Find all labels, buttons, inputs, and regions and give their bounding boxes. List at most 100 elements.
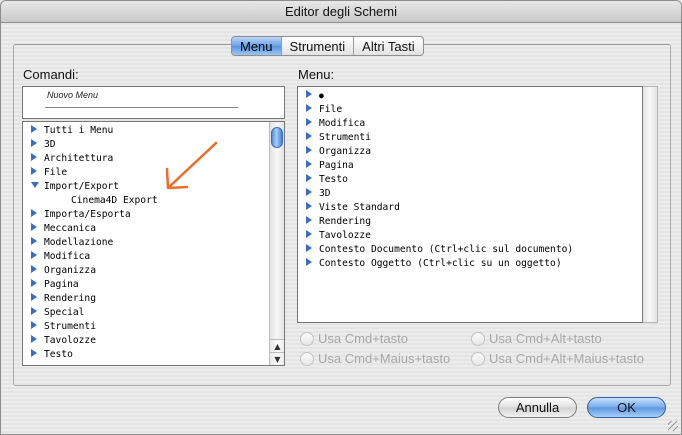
option-cmd-alt[interactable]: Usa Cmd+Alt+tasto bbox=[471, 331, 602, 346]
option-cmd-alt-shift[interactable]: Usa Cmd+Alt+Maius+tasto bbox=[471, 351, 644, 366]
command-item-row[interactable]: Modellazione bbox=[23, 236, 113, 250]
command-item-row[interactable]: Rendering bbox=[23, 292, 96, 306]
disclosure-closed-icon[interactable] bbox=[31, 335, 37, 343]
disclosure-closed-icon[interactable] bbox=[306, 132, 312, 140]
disclosure-closed-icon[interactable] bbox=[31, 279, 37, 287]
resize-grip-icon[interactable] bbox=[668, 421, 678, 431]
disclosure-closed-icon[interactable] bbox=[31, 321, 37, 329]
command-item-row[interactable]: 3D bbox=[23, 138, 56, 152]
disclosure-closed-icon[interactable] bbox=[306, 216, 312, 224]
command-item-row[interactable]: Meccanica bbox=[23, 222, 96, 236]
menu-item-label: Modifica bbox=[319, 118, 366, 129]
menu-item-label: Rendering bbox=[319, 216, 371, 227]
command-item-label: Modellazione bbox=[44, 237, 114, 248]
menu-item-row[interactable]: Tavolozze bbox=[298, 229, 371, 243]
disclosure-closed-icon[interactable] bbox=[31, 349, 37, 357]
menu-item-row[interactable]: Pagina bbox=[298, 159, 354, 173]
menu-item-row[interactable]: Modifica bbox=[298, 117, 365, 131]
disclosure-closed-icon[interactable] bbox=[306, 244, 312, 252]
command-item-row[interactable]: File bbox=[23, 166, 67, 180]
disclosure-closed-icon[interactable] bbox=[306, 174, 312, 182]
radio-cmd[interactable] bbox=[300, 331, 314, 346]
radio-cmd-alt[interactable] bbox=[471, 331, 485, 346]
menu-item-row[interactable]: 3D bbox=[298, 187, 331, 201]
commands-scroll-thumb[interactable] bbox=[271, 127, 283, 148]
command-item-row[interactable]: Tutti i Menu bbox=[23, 124, 113, 138]
command-item-row[interactable]: Importa/Esporta bbox=[23, 208, 131, 222]
tab-strumenti[interactable]: Strumenti bbox=[282, 37, 355, 55]
menu-item-label: Viste Standard bbox=[319, 202, 400, 213]
disclosure-closed-icon[interactable] bbox=[31, 293, 37, 301]
menu-item-row[interactable]: Viste Standard bbox=[298, 201, 400, 215]
menu-scrollbar[interactable] bbox=[643, 86, 658, 323]
disclosure-closed-icon[interactable] bbox=[31, 153, 37, 161]
disclosure-closed-icon[interactable] bbox=[306, 90, 312, 98]
disclosure-closed-icon[interactable] bbox=[31, 139, 37, 147]
scroll-down-arrow-icon[interactable]: ▼ bbox=[270, 352, 284, 365]
command-item-row[interactable]: Cinema4D Export bbox=[23, 194, 158, 208]
menu-item-row[interactable]: Rendering bbox=[298, 215, 371, 229]
menu-item-row[interactable]: ● bbox=[298, 89, 324, 103]
command-item-row[interactable]: Testo bbox=[23, 348, 73, 362]
radio-cmd-alt-shift[interactable] bbox=[471, 351, 485, 366]
scroll-up-arrow-icon[interactable]: ▲ bbox=[270, 339, 284, 352]
commands-label: Comandi: bbox=[23, 67, 79, 82]
command-item-row[interactable]: Import/Export bbox=[23, 180, 119, 194]
menu-item-label: Testo bbox=[319, 174, 348, 185]
disclosure-closed-icon[interactable] bbox=[306, 258, 312, 266]
menu-item-label: Pagina bbox=[319, 160, 354, 171]
menu-item-label: Contesto Oggetto (Ctrl+clic su un oggett… bbox=[319, 258, 562, 269]
command-item-label: Tavolozze bbox=[44, 335, 96, 346]
command-item-label: Testo bbox=[44, 349, 73, 360]
disclosure-closed-icon[interactable] bbox=[31, 237, 37, 245]
menu-item-row[interactable]: Contesto Documento (Ctrl+clic sul docume… bbox=[298, 243, 573, 257]
command-item-row[interactable]: Pagina bbox=[23, 278, 79, 292]
disclosure-closed-icon[interactable] bbox=[31, 265, 37, 273]
command-item-row[interactable]: Architettura bbox=[23, 152, 113, 166]
menu-name-value: Nuovo Menu bbox=[47, 90, 99, 100]
disclosure-closed-icon[interactable] bbox=[31, 167, 37, 175]
command-item-label: 3D bbox=[44, 139, 56, 150]
radio-cmd-shift[interactable] bbox=[300, 351, 314, 366]
option-cmd-shift-label: Usa Cmd+Maius+tasto bbox=[318, 351, 451, 366]
apple-icon: ● bbox=[319, 91, 324, 100]
commands-scrollbar[interactable]: ▲ ▼ bbox=[269, 122, 284, 365]
menu-tree-list[interactable]: ● File Modifica Strumenti Organizza Pagina Tes… bbox=[297, 86, 643, 323]
command-item-label: Meccanica bbox=[44, 223, 96, 234]
disclosure-closed-icon[interactable] bbox=[31, 125, 37, 133]
disclosure-closed-icon[interactable] bbox=[306, 160, 312, 168]
command-item-row[interactable]: Strumenti bbox=[23, 320, 96, 334]
disclosure-closed-icon[interactable] bbox=[306, 202, 312, 210]
disclosure-closed-icon[interactable] bbox=[306, 104, 312, 112]
menu-item-row[interactable]: File bbox=[298, 103, 342, 117]
option-cmd[interactable]: Usa Cmd+tasto bbox=[300, 331, 408, 346]
menu-item-row[interactable]: Contesto Oggetto (Ctrl+clic su un oggett… bbox=[298, 257, 562, 271]
disclosure-closed-icon[interactable] bbox=[306, 118, 312, 126]
cancel-button[interactable]: Annulla bbox=[498, 397, 577, 418]
disclosure-closed-icon[interactable] bbox=[306, 188, 312, 196]
menu-item-row[interactable]: Organizza bbox=[298, 145, 371, 159]
command-item-row[interactable]: Tavolozze bbox=[23, 334, 96, 348]
disclosure-closed-icon[interactable] bbox=[306, 230, 312, 238]
menu-item-row[interactable]: Strumenti bbox=[298, 131, 371, 145]
menu-item-row[interactable]: Testo bbox=[298, 173, 348, 187]
menu-item-label: Organizza bbox=[319, 146, 371, 157]
disclosure-closed-icon[interactable] bbox=[306, 146, 312, 154]
tab-altri-tasti[interactable]: Altri Tasti bbox=[354, 37, 423, 55]
commands-list[interactable]: Tutti i Menu 3D Architettura File Import/Exp… bbox=[22, 121, 285, 366]
command-item-row[interactable]: Organizza bbox=[23, 264, 96, 278]
command-item-row[interactable]: Modifica bbox=[23, 250, 90, 264]
tab-menu[interactable]: Menu bbox=[232, 37, 282, 55]
disclosure-closed-icon[interactable] bbox=[31, 307, 37, 315]
command-item-label: Architettura bbox=[44, 153, 114, 164]
title-bar[interactable]: Editor degli Schemi bbox=[1, 1, 681, 23]
disclosure-closed-icon[interactable] bbox=[31, 223, 37, 231]
disclosure-open-icon[interactable] bbox=[31, 182, 39, 188]
option-cmd-shift[interactable]: Usa Cmd+Maius+tasto bbox=[300, 351, 450, 366]
disclosure-closed-icon[interactable] bbox=[31, 251, 37, 259]
option-cmd-alt-label: Usa Cmd+Alt+tasto bbox=[489, 331, 602, 346]
disclosure-closed-icon[interactable] bbox=[31, 209, 37, 217]
command-item-row[interactable]: Special bbox=[23, 306, 84, 320]
ok-button[interactable]: OK bbox=[587, 397, 666, 418]
menu-name-field[interactable]: Nuovo Menu bbox=[22, 86, 285, 119]
